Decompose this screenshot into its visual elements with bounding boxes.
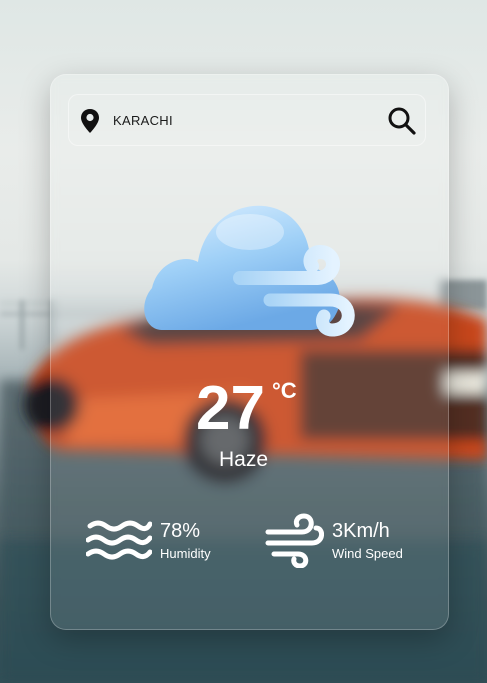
temperature-unit: °C bbox=[272, 378, 297, 403]
wind-icon bbox=[265, 513, 324, 568]
temperature-value: 27 bbox=[196, 374, 265, 443]
search-bar[interactable]: KARACHI bbox=[68, 94, 426, 146]
wind-label: Wind Speed bbox=[332, 546, 403, 561]
humidity-label: Humidity bbox=[160, 546, 211, 561]
humidity-value: 78% bbox=[160, 520, 201, 542]
search-icon[interactable] bbox=[387, 106, 417, 136]
weather-condition: Haze bbox=[218, 448, 269, 471]
cloud-wind-icon bbox=[144, 205, 355, 337]
city-name[interactable]: KARACHI bbox=[113, 95, 173, 147]
wind-value: 3Km/h bbox=[332, 520, 390, 542]
waves-icon bbox=[86, 520, 152, 560]
map-pin-icon bbox=[81, 109, 99, 133]
